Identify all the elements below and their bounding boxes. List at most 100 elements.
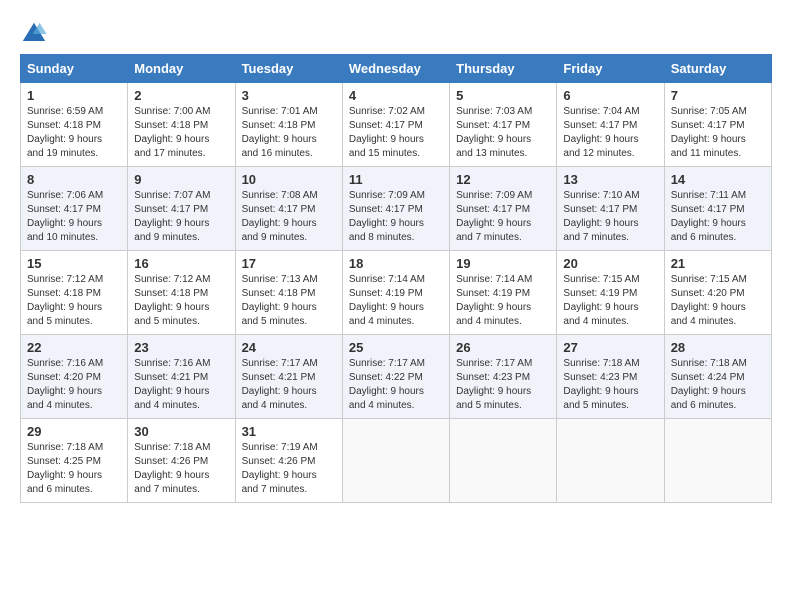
day-number: 16 [134,256,228,271]
calendar: SundayMondayTuesdayWednesdayThursdayFrid… [20,54,772,503]
calendar-header-sunday: Sunday [21,55,128,83]
cell-text: Sunrise: 7:12 AMSunset: 4:18 PMDaylight:… [27,274,103,327]
calendar-week-5: 29 Sunrise: 7:18 AMSunset: 4:25 PMDaylig… [21,419,772,503]
calendar-header-wednesday: Wednesday [342,55,449,83]
calendar-cell: 2 Sunrise: 7:00 AMSunset: 4:18 PMDayligh… [128,83,235,167]
cell-text: Sunrise: 7:11 AMSunset: 4:17 PMDaylight:… [671,190,746,243]
calendar-cell: 7 Sunrise: 7:05 AMSunset: 4:17 PMDayligh… [664,83,771,167]
calendar-week-1: 1 Sunrise: 6:59 AMSunset: 4:18 PMDayligh… [21,83,772,167]
day-number: 8 [27,172,121,187]
calendar-cell: 11 Sunrise: 7:09 AMSunset: 4:17 PMDaylig… [342,167,449,251]
cell-text: Sunrise: 7:03 AMSunset: 4:17 PMDaylight:… [456,106,532,159]
cell-text: Sunrise: 7:14 AMSunset: 4:19 PMDaylight:… [349,274,425,327]
calendar-cell: 14 Sunrise: 7:11 AMSunset: 4:17 PMDaylig… [664,167,771,251]
day-number: 28 [671,340,765,355]
cell-text: Sunrise: 7:00 AMSunset: 4:18 PMDaylight:… [134,106,210,159]
day-number: 24 [242,340,336,355]
cell-text: Sunrise: 7:18 AMSunset: 4:23 PMDaylight:… [563,358,639,411]
calendar-cell: 5 Sunrise: 7:03 AMSunset: 4:17 PMDayligh… [450,83,557,167]
calendar-cell: 10 Sunrise: 7:08 AMSunset: 4:17 PMDaylig… [235,167,342,251]
cell-text: Sunrise: 6:59 AMSunset: 4:18 PMDaylight:… [27,106,103,159]
day-number: 15 [27,256,121,271]
cell-text: Sunrise: 7:17 AMSunset: 4:22 PMDaylight:… [349,358,425,411]
calendar-cell: 28 Sunrise: 7:18 AMSunset: 4:24 PMDaylig… [664,335,771,419]
cell-text: Sunrise: 7:07 AMSunset: 4:17 PMDaylight:… [134,190,210,243]
calendar-cell: 3 Sunrise: 7:01 AMSunset: 4:18 PMDayligh… [235,83,342,167]
calendar-cell: 24 Sunrise: 7:17 AMSunset: 4:21 PMDaylig… [235,335,342,419]
day-number: 18 [349,256,443,271]
calendar-cell: 22 Sunrise: 7:16 AMSunset: 4:20 PMDaylig… [21,335,128,419]
day-number: 19 [456,256,550,271]
day-number: 5 [456,88,550,103]
cell-text: Sunrise: 7:18 AMSunset: 4:24 PMDaylight:… [671,358,747,411]
cell-text: Sunrise: 7:13 AMSunset: 4:18 PMDaylight:… [242,274,318,327]
calendar-cell: 1 Sunrise: 6:59 AMSunset: 4:18 PMDayligh… [21,83,128,167]
cell-text: Sunrise: 7:17 AMSunset: 4:23 PMDaylight:… [456,358,532,411]
calendar-week-3: 15 Sunrise: 7:12 AMSunset: 4:18 PMDaylig… [21,251,772,335]
calendar-cell: 13 Sunrise: 7:10 AMSunset: 4:17 PMDaylig… [557,167,664,251]
day-number: 26 [456,340,550,355]
day-number: 23 [134,340,228,355]
logo [20,20,52,48]
calendar-cell: 8 Sunrise: 7:06 AMSunset: 4:17 PMDayligh… [21,167,128,251]
day-number: 30 [134,424,228,439]
cell-text: Sunrise: 7:01 AMSunset: 4:18 PMDaylight:… [242,106,318,159]
cell-text: Sunrise: 7:18 AMSunset: 4:25 PMDaylight:… [27,442,103,495]
calendar-cell [557,419,664,503]
cell-text: Sunrise: 7:14 AMSunset: 4:19 PMDaylight:… [456,274,532,327]
calendar-cell: 17 Sunrise: 7:13 AMSunset: 4:18 PMDaylig… [235,251,342,335]
calendar-cell [342,419,449,503]
calendar-week-2: 8 Sunrise: 7:06 AMSunset: 4:17 PMDayligh… [21,167,772,251]
day-number: 17 [242,256,336,271]
cell-text: Sunrise: 7:09 AMSunset: 4:17 PMDaylight:… [456,190,532,243]
day-number: 22 [27,340,121,355]
cell-text: Sunrise: 7:18 AMSunset: 4:26 PMDaylight:… [134,442,210,495]
cell-text: Sunrise: 7:08 AMSunset: 4:17 PMDaylight:… [242,190,318,243]
cell-text: Sunrise: 7:15 AMSunset: 4:19 PMDaylight:… [563,274,639,327]
day-number: 14 [671,172,765,187]
calendar-cell: 20 Sunrise: 7:15 AMSunset: 4:19 PMDaylig… [557,251,664,335]
day-number: 25 [349,340,443,355]
day-number: 13 [563,172,657,187]
cell-text: Sunrise: 7:16 AMSunset: 4:20 PMDaylight:… [27,358,103,411]
day-number: 6 [563,88,657,103]
day-number: 1 [27,88,121,103]
calendar-cell: 26 Sunrise: 7:17 AMSunset: 4:23 PMDaylig… [450,335,557,419]
cell-text: Sunrise: 7:09 AMSunset: 4:17 PMDaylight:… [349,190,425,243]
header [20,16,772,48]
cell-text: Sunrise: 7:17 AMSunset: 4:21 PMDaylight:… [242,358,318,411]
day-number: 27 [563,340,657,355]
day-number: 4 [349,88,443,103]
calendar-cell: 27 Sunrise: 7:18 AMSunset: 4:23 PMDaylig… [557,335,664,419]
calendar-header-friday: Friday [557,55,664,83]
calendar-cell: 6 Sunrise: 7:04 AMSunset: 4:17 PMDayligh… [557,83,664,167]
cell-text: Sunrise: 7:15 AMSunset: 4:20 PMDaylight:… [671,274,747,327]
calendar-cell: 25 Sunrise: 7:17 AMSunset: 4:22 PMDaylig… [342,335,449,419]
logo-icon [20,20,48,48]
cell-text: Sunrise: 7:10 AMSunset: 4:17 PMDaylight:… [563,190,639,243]
calendar-cell: 15 Sunrise: 7:12 AMSunset: 4:18 PMDaylig… [21,251,128,335]
day-number: 11 [349,172,443,187]
cell-text: Sunrise: 7:04 AMSunset: 4:17 PMDaylight:… [563,106,639,159]
cell-text: Sunrise: 7:02 AMSunset: 4:17 PMDaylight:… [349,106,425,159]
calendar-cell: 19 Sunrise: 7:14 AMSunset: 4:19 PMDaylig… [450,251,557,335]
day-number: 31 [242,424,336,439]
day-number: 9 [134,172,228,187]
calendar-header-row: SundayMondayTuesdayWednesdayThursdayFrid… [21,55,772,83]
day-number: 3 [242,88,336,103]
cell-text: Sunrise: 7:05 AMSunset: 4:17 PMDaylight:… [671,106,747,159]
calendar-header-monday: Monday [128,55,235,83]
calendar-cell: 31 Sunrise: 7:19 AMSunset: 4:26 PMDaylig… [235,419,342,503]
cell-text: Sunrise: 7:16 AMSunset: 4:21 PMDaylight:… [134,358,210,411]
calendar-cell: 23 Sunrise: 7:16 AMSunset: 4:21 PMDaylig… [128,335,235,419]
day-number: 21 [671,256,765,271]
calendar-cell: 18 Sunrise: 7:14 AMSunset: 4:19 PMDaylig… [342,251,449,335]
cell-text: Sunrise: 7:06 AMSunset: 4:17 PMDaylight:… [27,190,103,243]
cell-text: Sunrise: 7:12 AMSunset: 4:18 PMDaylight:… [134,274,210,327]
calendar-cell: 21 Sunrise: 7:15 AMSunset: 4:20 PMDaylig… [664,251,771,335]
calendar-cell: 4 Sunrise: 7:02 AMSunset: 4:17 PMDayligh… [342,83,449,167]
day-number: 7 [671,88,765,103]
calendar-cell [450,419,557,503]
day-number: 20 [563,256,657,271]
cell-text: Sunrise: 7:19 AMSunset: 4:26 PMDaylight:… [242,442,318,495]
